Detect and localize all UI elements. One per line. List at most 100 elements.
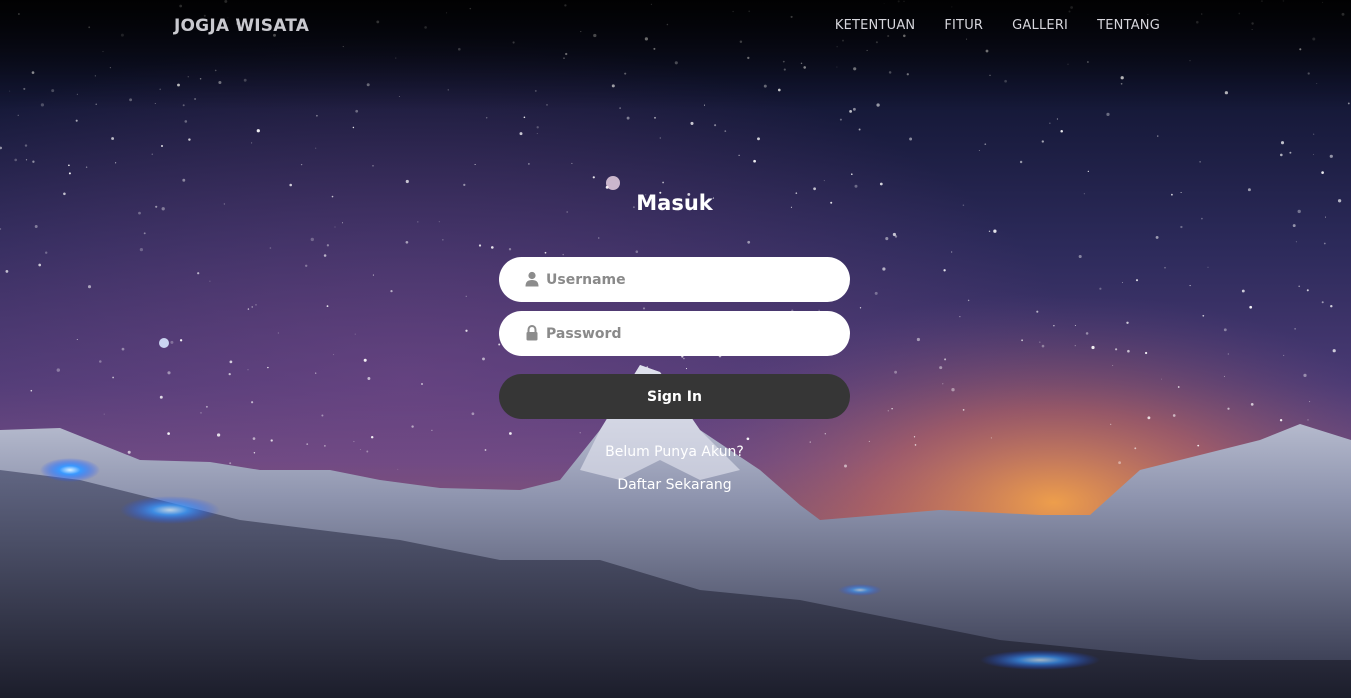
star xyxy=(959,316,961,318)
register-prompt: Belum Punya Akun? xyxy=(605,444,744,460)
star xyxy=(990,437,992,439)
username-field[interactable] xyxy=(499,257,850,302)
star xyxy=(988,230,991,232)
star xyxy=(56,368,60,372)
star xyxy=(326,305,329,307)
star xyxy=(1039,341,1041,343)
star xyxy=(200,412,202,414)
star xyxy=(277,332,280,334)
password-input[interactable] xyxy=(546,311,836,356)
star xyxy=(1321,171,1324,174)
star xyxy=(478,244,482,247)
star xyxy=(1126,321,1129,325)
star xyxy=(170,340,174,344)
nav-link-fitur[interactable]: FITUR xyxy=(944,18,983,33)
star xyxy=(115,162,117,164)
star xyxy=(891,408,893,410)
star xyxy=(1307,419,1309,421)
star xyxy=(251,401,254,404)
star xyxy=(143,232,146,235)
star xyxy=(859,307,862,309)
star xyxy=(45,251,48,254)
star xyxy=(354,333,356,335)
star xyxy=(1049,122,1051,124)
star xyxy=(484,449,487,451)
star xyxy=(894,370,898,374)
star xyxy=(253,452,256,454)
star xyxy=(228,372,231,376)
star xyxy=(1177,386,1180,388)
star xyxy=(1297,209,1301,214)
star xyxy=(17,114,19,116)
star xyxy=(167,432,170,435)
nav-link-tentang[interactable]: TENTANG xyxy=(1097,18,1160,33)
brand-logo-link[interactable]: JOGJA WISATA xyxy=(174,16,309,36)
star xyxy=(1164,266,1166,269)
star xyxy=(331,195,334,198)
username-input[interactable] xyxy=(546,257,836,302)
star xyxy=(1223,375,1225,377)
star xyxy=(1180,191,1182,194)
star xyxy=(536,133,538,134)
star xyxy=(465,329,468,332)
star xyxy=(24,144,28,147)
star xyxy=(471,412,475,416)
star xyxy=(1247,188,1251,192)
star xyxy=(528,163,530,165)
star xyxy=(366,450,369,453)
star xyxy=(14,158,18,162)
star xyxy=(1036,310,1039,313)
star xyxy=(209,280,211,282)
star xyxy=(251,142,253,144)
star xyxy=(823,180,825,182)
star xyxy=(324,445,326,447)
star xyxy=(323,254,327,257)
star xyxy=(839,118,842,121)
star xyxy=(370,435,374,439)
star xyxy=(690,121,694,125)
password-field[interactable] xyxy=(499,311,850,356)
star xyxy=(103,413,105,415)
star xyxy=(205,405,208,408)
nav-menu: KETENTUAN FITUR GALLERI TENTANG xyxy=(835,18,1160,33)
star xyxy=(1241,289,1245,293)
star xyxy=(252,437,256,440)
star xyxy=(1227,353,1229,355)
star xyxy=(341,222,344,224)
star xyxy=(1060,129,1063,133)
register-link[interactable]: Daftar Sekarang xyxy=(617,477,731,493)
star xyxy=(5,270,9,273)
star xyxy=(1099,287,1102,290)
sign-in-button[interactable]: Sign In xyxy=(499,374,850,419)
star xyxy=(159,395,163,399)
star xyxy=(916,337,920,342)
star xyxy=(1294,328,1296,330)
star xyxy=(1121,281,1123,283)
star xyxy=(431,429,433,432)
star xyxy=(321,414,324,417)
nav-link-galleri[interactable]: GALLERI xyxy=(1012,18,1068,33)
star xyxy=(359,449,361,450)
star xyxy=(315,372,317,374)
star xyxy=(300,163,303,166)
star xyxy=(372,164,374,167)
star xyxy=(1279,153,1283,157)
star xyxy=(334,226,336,228)
star xyxy=(326,244,330,247)
lock-icon xyxy=(526,325,538,341)
star xyxy=(984,143,987,146)
star xyxy=(355,109,359,113)
star xyxy=(1078,254,1082,259)
star xyxy=(1292,224,1296,228)
star xyxy=(421,383,423,385)
star xyxy=(858,128,861,131)
star xyxy=(1110,423,1112,425)
nav-link-ketentuan[interactable]: KETENTUAN xyxy=(835,18,916,33)
star xyxy=(978,149,980,151)
star xyxy=(951,388,955,392)
star xyxy=(874,291,878,295)
star xyxy=(1147,416,1151,420)
user-icon xyxy=(525,271,539,287)
star xyxy=(363,358,367,362)
star xyxy=(714,124,717,127)
